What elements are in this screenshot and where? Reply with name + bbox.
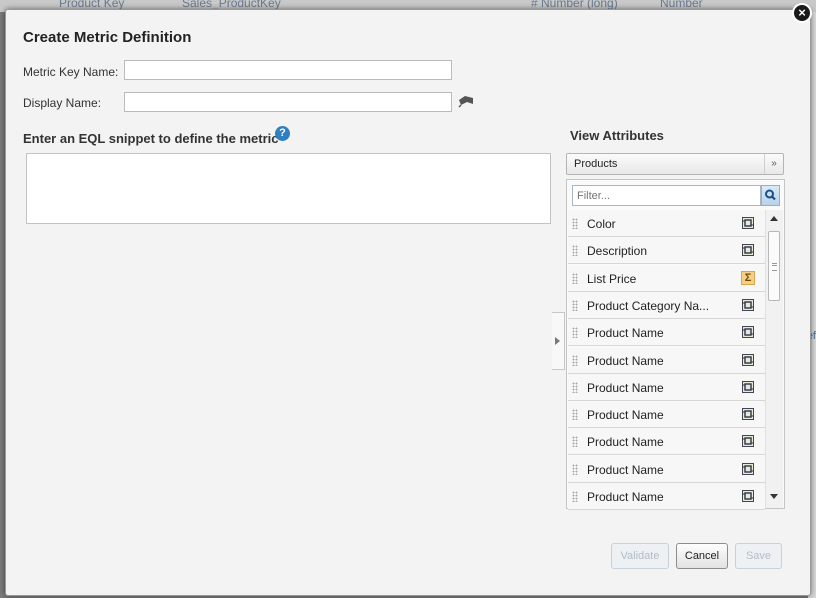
drag-handle-icon[interactable] (572, 409, 578, 421)
localize-flag-icon[interactable] (458, 94, 474, 108)
eql-snippet-input[interactable] (26, 153, 551, 224)
text-attribute-icon (742, 462, 754, 475)
view-attributes-title: View Attributes (570, 128, 664, 143)
attribute-list-item[interactable]: Product Category Na... (568, 291, 765, 319)
text-attribute-icon (742, 408, 754, 421)
search-icon (765, 189, 776, 201)
expand-arrow-icon (555, 337, 560, 345)
filter-input[interactable] (572, 185, 761, 206)
scroll-down-arrow-icon[interactable] (770, 494, 778, 499)
scroll-thumb[interactable] (768, 231, 780, 301)
display-name-input[interactable] (124, 92, 452, 112)
text-attribute-icon (742, 244, 754, 257)
search-button[interactable] (761, 185, 780, 206)
attribute-list-item[interactable]: Description (568, 237, 765, 265)
text-attribute-icon (742, 326, 754, 339)
attribute-list-item[interactable]: Product Name (568, 346, 765, 374)
save-button[interactable]: Save (735, 543, 782, 569)
attribute-list-item[interactable]: Product Name (568, 373, 765, 401)
attribute-label: Product Name (587, 462, 664, 477)
attribute-label: Description (587, 244, 648, 259)
attribute-label: Color (587, 217, 616, 231)
text-attribute-icon (742, 217, 754, 229)
attribute-label: Product Name (587, 380, 664, 395)
drag-handle-icon[interactable] (572, 381, 578, 393)
drag-handle-icon[interactable] (572, 245, 578, 257)
view-select-value: Products (574, 158, 618, 170)
sum-metric-icon: Σ (741, 270, 755, 285)
eql-label: Enter an EQL snippet to define the metri… (23, 131, 279, 146)
attribute-list-item[interactable]: Product Name (568, 455, 765, 483)
text-attribute-icon (742, 353, 754, 366)
attribute-label: Product Name (587, 353, 664, 368)
text-attribute-icon (742, 490, 754, 502)
text-attribute-icon (742, 298, 754, 311)
display-name-label: Display Name: (23, 96, 102, 110)
drag-handle-icon[interactable] (572, 299, 578, 311)
drag-handle-icon[interactable] (572, 436, 578, 448)
attribute-list-item[interactable]: Color (568, 210, 765, 237)
attribute-label: List Price (587, 271, 637, 286)
validate-button[interactable]: Validate (611, 543, 669, 569)
view-select[interactable]: Products » (566, 153, 784, 175)
attribute-label: Product Name (587, 408, 664, 423)
drag-handle-icon[interactable] (572, 327, 578, 339)
metric-key-label: Metric Key Name: (23, 65, 119, 79)
attribute-list-panel: Color Description List Price Σ Product Categ… (566, 179, 785, 510)
drag-handle-icon[interactable] (572, 491, 578, 502)
attribute-label: Product Category Na... (587, 298, 710, 313)
text-attribute-icon (742, 380, 754, 393)
dialog-title: Create Metric Definition (23, 29, 192, 46)
scroll-up-arrow-icon[interactable] (770, 216, 778, 221)
grip-line (772, 265, 777, 266)
panel-toggle-handle[interactable] (552, 312, 565, 370)
drag-handle-icon[interactable] (572, 272, 578, 284)
attribute-label: Product Name (587, 435, 664, 450)
metric-key-input[interactable] (124, 60, 452, 80)
drag-handle-icon[interactable] (572, 354, 578, 366)
drag-handle-icon[interactable] (572, 218, 578, 229)
cancel-button[interactable]: Cancel (676, 543, 728, 569)
create-metric-dialog: Create Metric Definition Metric Key Name… (5, 9, 811, 596)
attribute-list-item[interactable]: Product Name (568, 428, 765, 456)
drag-handle-icon[interactable] (572, 463, 578, 475)
attribute-list-item[interactable]: List Price Σ (568, 264, 765, 292)
help-icon[interactable]: ? (275, 126, 290, 141)
attribute-list-item[interactable]: Product Name (568, 319, 765, 347)
close-dialog-button[interactable]: × (792, 3, 812, 23)
attribute-list-item[interactable]: Product Name (568, 483, 765, 510)
attribute-label: Product Name (587, 326, 664, 341)
attribute-list-scrollbar[interactable] (765, 210, 783, 508)
attribute-list-item[interactable]: Product Name (568, 401, 765, 429)
double-chevron-down-icon: » (764, 154, 783, 174)
text-attribute-icon (742, 435, 754, 448)
attribute-label: Product Name (587, 490, 664, 504)
